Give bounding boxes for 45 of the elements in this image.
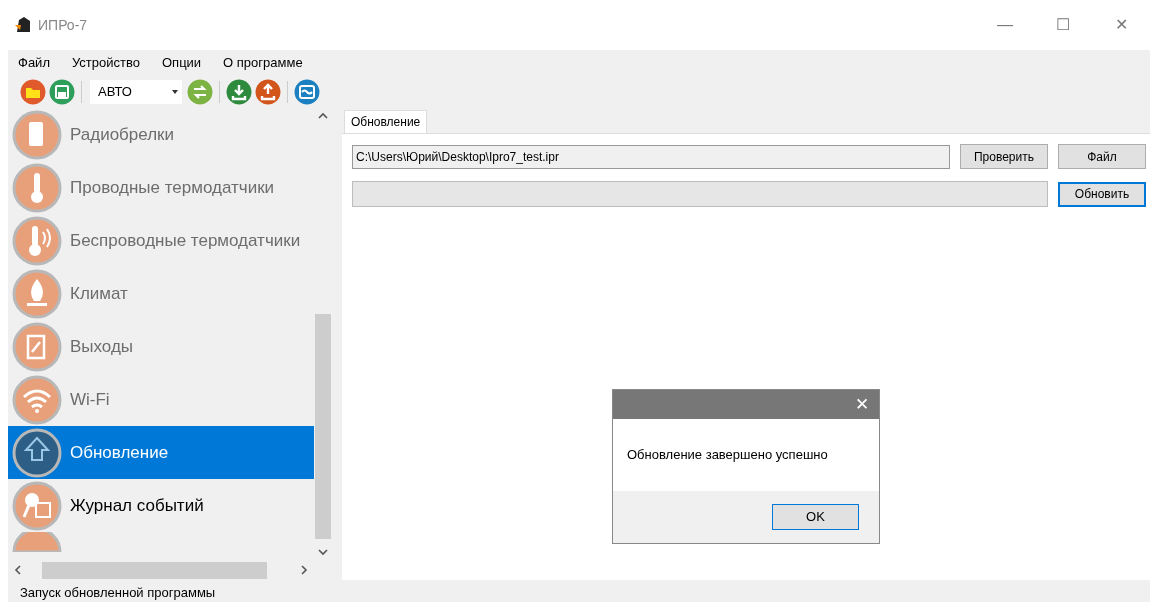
sidebar-item[interactable]: Радиобрелки [8, 108, 314, 161]
sidebar-item-icon [12, 427, 62, 478]
sidebar-item-icon [12, 162, 62, 213]
upload-icon[interactable] [255, 79, 281, 105]
scroll-left-icon[interactable] [14, 565, 22, 575]
update-button[interactable]: Обновить [1058, 181, 1146, 207]
status-text: Запуск обновленной программы [20, 583, 216, 602]
sidebar-item-icon [12, 374, 62, 425]
sidebar-item[interactable]: Проводные термодатчики [8, 161, 314, 214]
check-button[interactable]: Проверить [960, 144, 1048, 169]
file-path-field[interactable]: C:\Users\Юрий\Desktop\Ipro7_test.ipr [352, 144, 950, 169]
close-button[interactable]: ✕ [1092, 13, 1150, 37]
sidebar-item[interactable]: Выходы [8, 320, 314, 373]
tab[interactable]: Обновление [344, 110, 428, 133]
ok-button[interactable]: OK [772, 504, 859, 530]
menu-item[interactable]: Файл [8, 53, 60, 73]
menu-item[interactable]: Опции [152, 53, 212, 73]
sidebar-item-icon [12, 321, 62, 372]
swap-arrows-icon[interactable] [187, 79, 213, 105]
sidebar-item[interactable]: Беспроводные термодатчики [8, 214, 314, 267]
close-button[interactable]: ✕ [855, 391, 869, 418]
dropdown-caret-icon [172, 90, 178, 94]
menu-item[interactable]: О программе [213, 53, 313, 73]
window-title: ИПРо-7 [38, 15, 88, 35]
minimize-button[interactable]: — [976, 13, 1034, 37]
wave-icon[interactable] [294, 79, 320, 105]
sidebar-item[interactable]: Климат [8, 267, 314, 320]
app-logo-icon [14, 17, 32, 33]
sidebar-item-icon [12, 215, 62, 266]
scroll-right-icon[interactable] [300, 565, 308, 575]
file-button[interactable]: Файл [1058, 144, 1146, 169]
scroll-up-icon[interactable] [318, 112, 328, 120]
folder-icon[interactable] [20, 79, 46, 105]
download-icon[interactable] [226, 79, 252, 105]
maximize-button[interactable]: ☐ [1034, 13, 1092, 37]
menu-item[interactable]: Устройство [61, 53, 150, 73]
sidebar-item[interactable]: Журнал событий [8, 479, 314, 532]
save-icon[interactable] [49, 79, 75, 105]
sidebar-item-icon [12, 109, 62, 160]
mode-dropdown[interactable]: АВТО [90, 80, 182, 104]
dialog-message: Обновление завершено успешно [627, 446, 828, 465]
scroll-down-icon[interactable] [318, 548, 328, 556]
sidebar-item[interactable]: Обновление [8, 426, 314, 479]
sidebar-item[interactable]: Wi-Fi [8, 373, 314, 426]
sidebar-item-icon [12, 268, 62, 319]
